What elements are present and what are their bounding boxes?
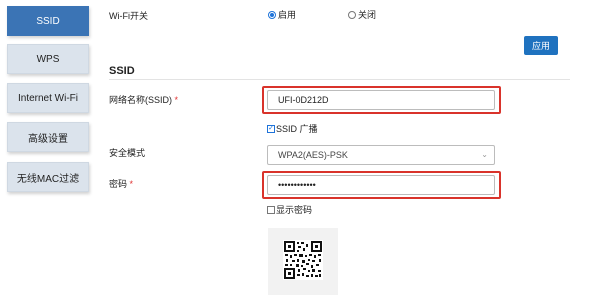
security-mode-value: WPA2(AES)-PSK — [278, 150, 348, 160]
ssid-broadcast-checkbox[interactable]: ✓ SSID 广播 — [267, 122, 318, 135]
password-input[interactable]: •••••••••••• — [267, 175, 495, 195]
main-content: Wi-Fi开关 启用 关闭 应用 SSID 网络名称(SSID) * UFI-0… — [100, 0, 600, 295]
password-label-text: 密码 — [109, 179, 128, 189]
radio-label: 关闭 — [358, 10, 377, 20]
wifi-disable-radio[interactable]: 关闭 — [348, 8, 376, 21]
checkbox-label: 显示密码 — [276, 205, 313, 215]
section-title: SSID — [109, 65, 135, 77]
radio-unchecked-icon — [348, 10, 356, 19]
password-label: 密码 * — [109, 177, 133, 190]
sidebar-item-label: SSID — [36, 15, 60, 27]
required-mark: * — [174, 95, 179, 105]
checkbox-checked-icon: ✓ — [267, 124, 275, 133]
sidebar-item-label: WPS — [36, 53, 60, 65]
sidebar-item-internet-wifi[interactable]: Internet Wi-Fi — [7, 83, 89, 113]
radio-checked-icon — [268, 10, 276, 19]
chevron-down-icon: ⌄ — [481, 150, 488, 159]
qr-code-area — [268, 228, 338, 295]
wifi-switch-label: Wi-Fi开关 — [109, 11, 148, 21]
checkbox-label: SSID 广播 — [276, 124, 318, 134]
qr-code-icon — [283, 240, 323, 280]
sidebar: SSID WPS Internet Wi-Fi 高级设置 无线MAC过滤 — [0, 0, 100, 295]
sidebar-item-advanced-settings[interactable]: 高级设置 — [7, 122, 89, 152]
required-mark: * — [129, 179, 134, 189]
show-password-checkbox[interactable]: 显示密码 — [267, 203, 312, 216]
radio-label: 启用 — [278, 10, 297, 20]
wifi-enable-radio[interactable]: 启用 — [268, 8, 296, 21]
sidebar-item-label: Internet Wi-Fi — [17, 92, 78, 104]
security-mode-label: 安全模式 — [109, 148, 146, 158]
sidebar-item-label: 无线MAC过滤 — [16, 173, 80, 185]
ssid-label-text: 网络名称(SSID) — [109, 95, 173, 105]
ssid-label: 网络名称(SSID) * — [109, 93, 178, 106]
ssid-input[interactable]: UFI-0D212D — [267, 90, 495, 110]
apply-button[interactable]: 应用 — [524, 36, 558, 55]
sidebar-item-wps[interactable]: WPS — [7, 44, 89, 74]
sidebar-item-mac-filter[interactable]: 无线MAC过滤 — [7, 162, 89, 192]
security-mode-select[interactable]: WPA2(AES)-PSK ⌄ — [267, 145, 495, 165]
sidebar-item-label: 高级设置 — [28, 133, 68, 145]
sidebar-item-ssid[interactable]: SSID — [7, 6, 89, 36]
checkbox-unchecked-icon — [267, 205, 275, 214]
divider — [109, 79, 570, 80]
